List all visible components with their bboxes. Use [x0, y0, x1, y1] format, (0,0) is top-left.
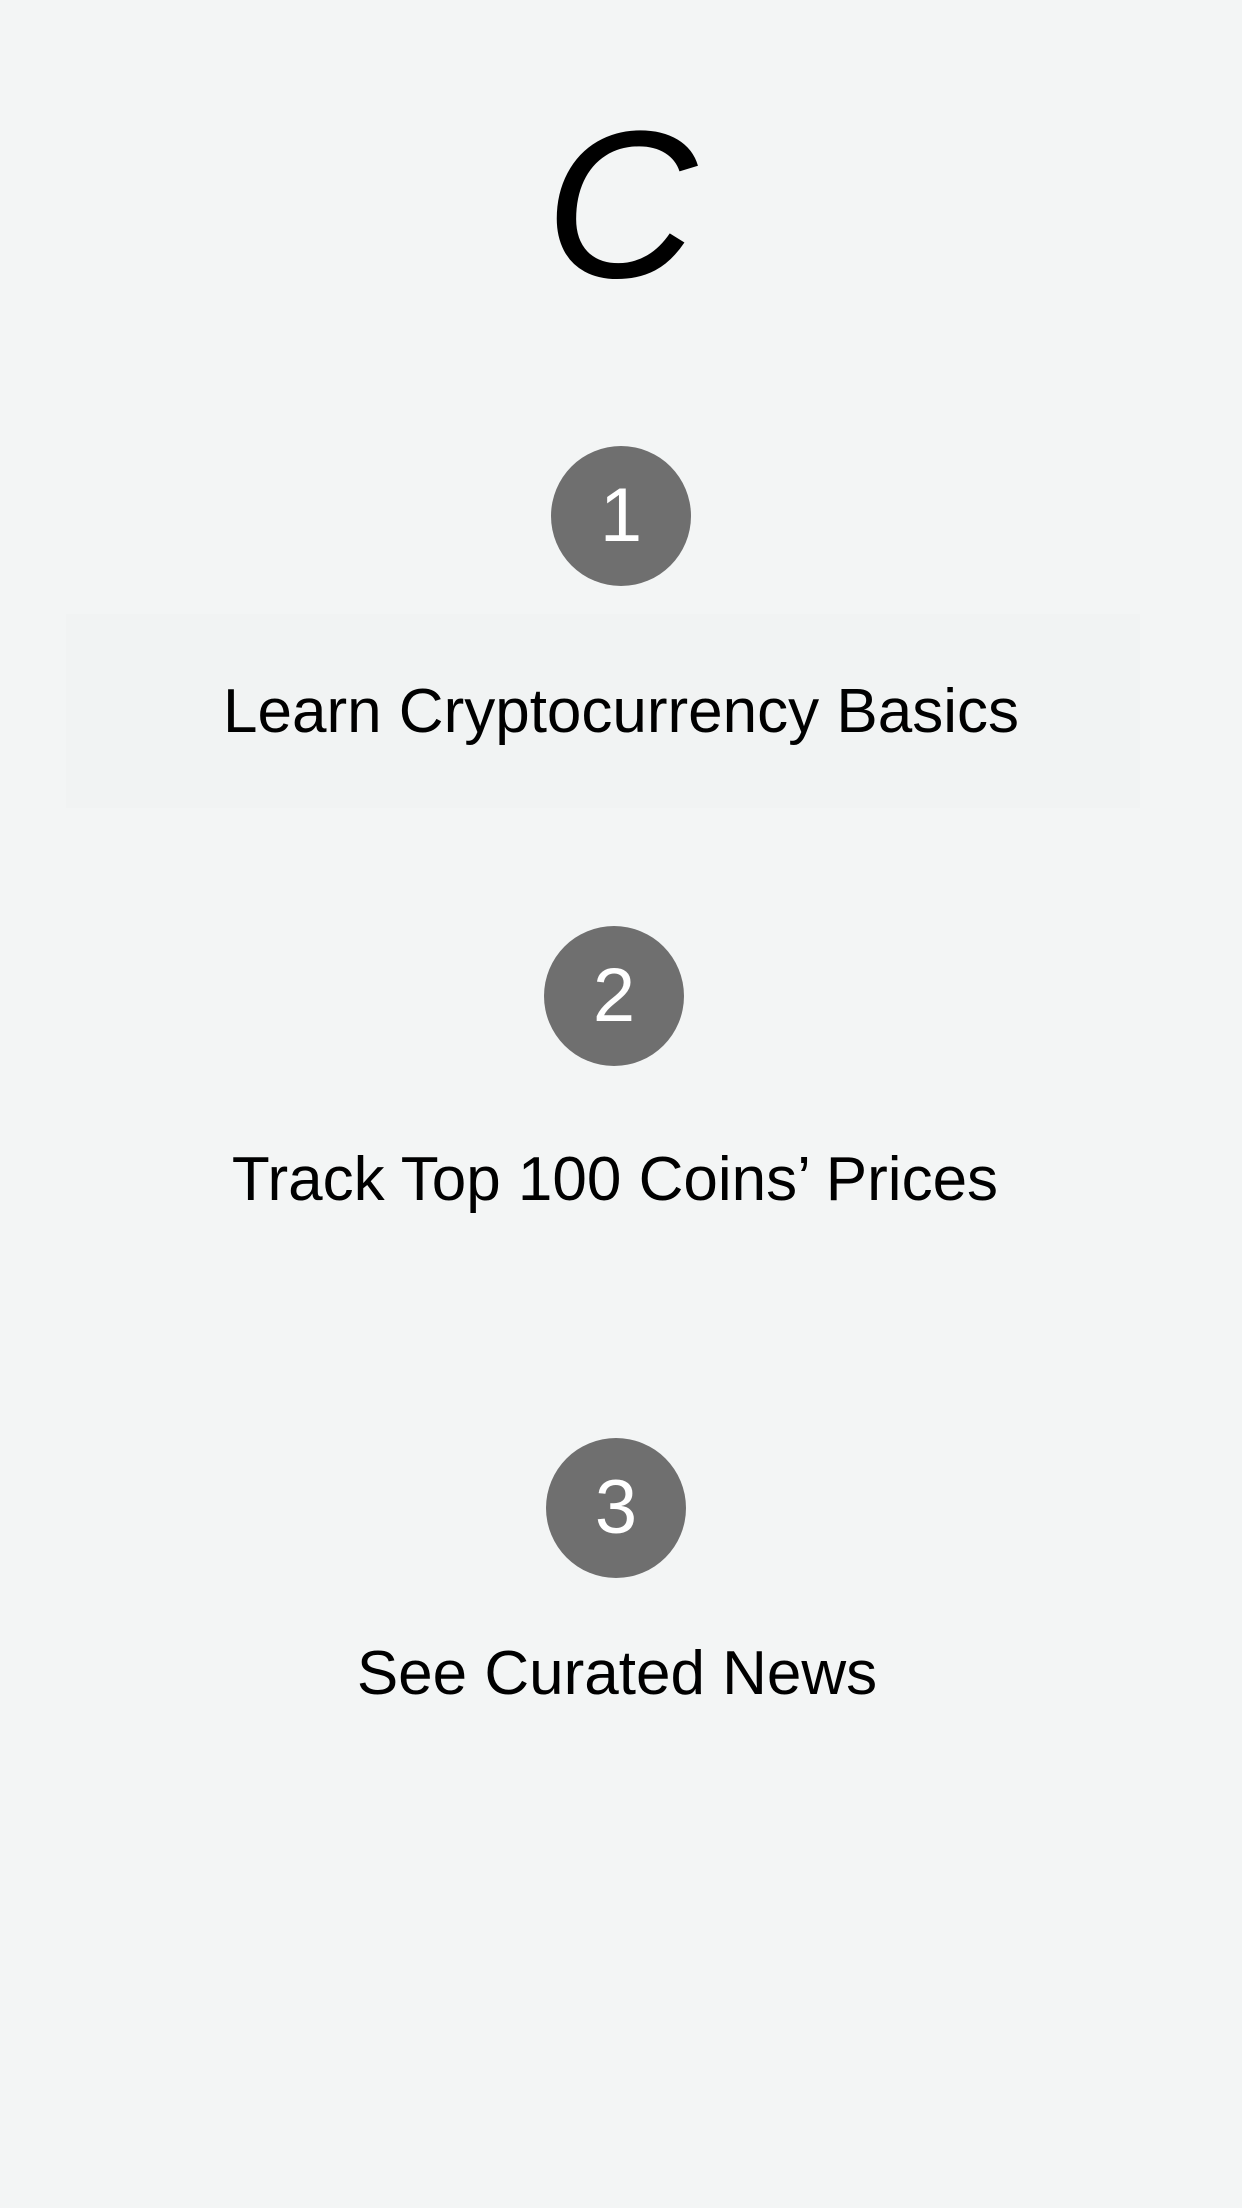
app-logo: C: [545, 87, 697, 322]
step-2-number-badge: 2: [544, 926, 684, 1066]
step-2-label[interactable]: Track Top 100 Coins’ Prices: [0, 1140, 1236, 1220]
step-3-number-badge: 3: [546, 1438, 686, 1578]
step-1-number-badge: 1: [551, 446, 691, 586]
step-3-label[interactable]: See Curated News: [0, 1634, 1238, 1714]
step-1-label[interactable]: Learn Cryptocurrency Basics: [0, 672, 1242, 752]
